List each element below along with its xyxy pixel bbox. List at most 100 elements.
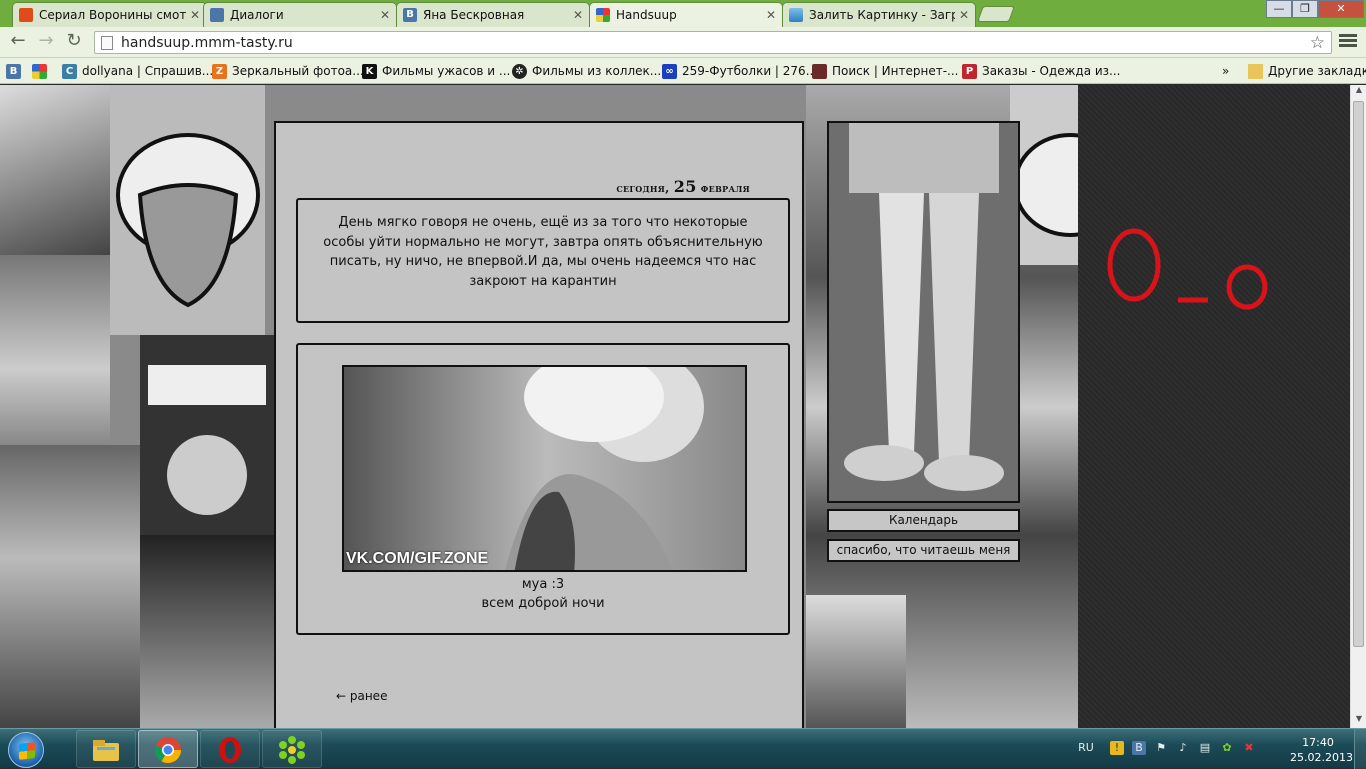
collage-photo [140, 535, 274, 728]
ask-icon: C [62, 63, 77, 79]
bookmark-tshirts[interactable]: ∞ 259-Футболки | 276... [662, 62, 817, 80]
post-caption-line: муа :3 [521, 577, 565, 592]
p-icon: P [962, 63, 977, 79]
opera-icon [219, 737, 241, 763]
reload-button[interactable]: ↻ [62, 31, 86, 53]
camera-icon: Z [212, 63, 227, 79]
chrome-icon [154, 737, 182, 764]
collage-photo [806, 595, 906, 728]
blocked-icon[interactable]: ✖ [1242, 741, 1256, 755]
tab-serial[interactable]: Сериал Воронины смотр ✕ [12, 2, 207, 27]
clock-date: 25.02.2013 [1290, 751, 1353, 764]
vk-icon: B [403, 8, 417, 22]
tab-handsuup[interactable]: Handsuup ✕ [589, 2, 783, 27]
bookmark-dollyana[interactable]: C dollyana | Спрашив... [62, 62, 213, 80]
gif-watermark: VK.COM/GIF.ZONE [346, 550, 489, 567]
post-date: сегодня, 25 февраля [616, 177, 750, 196]
taskbar-icq[interactable] [262, 730, 322, 768]
doors-poster-image [140, 335, 274, 535]
network-icon[interactable]: ▤ [1198, 741, 1212, 755]
language-indicator[interactable]: RU [1076, 741, 1096, 755]
fire-icon [19, 8, 33, 22]
tab-upload-image[interactable]: Залить Картинку - Загру ✕ [782, 2, 976, 27]
url-text[interactable]: handsuup.mmm-tasty.ru [121, 35, 293, 51]
vk-icon[interactable]: B [1132, 741, 1146, 755]
close-icon[interactable]: ✕ [380, 8, 390, 22]
show-desktop-button[interactable] [1354, 729, 1366, 769]
windows-logo-icon [19, 742, 35, 760]
icq-tray-icon[interactable]: ✿ [1220, 741, 1234, 755]
apps-icon [32, 63, 47, 79]
volume-icon[interactable]: ♪ [1176, 741, 1190, 755]
close-icon[interactable]: ✕ [190, 8, 200, 22]
thanks-for-reading-link[interactable]: спасибо, что читаешь меня [827, 539, 1020, 562]
post-text: День мягко говоря не очень, ещё из за то… [323, 215, 763, 289]
calendar-link[interactable]: Календарь [827, 509, 1020, 532]
bookmark-star-icon[interactable]: ☆ [1310, 33, 1325, 53]
bookmark-apps[interactable] [32, 62, 52, 80]
bookmark-mirror-camera[interactable]: Z Зеркальный фотоа... [212, 62, 364, 80]
new-tab-button[interactable] [977, 6, 1015, 22]
taskbar-chrome[interactable] [138, 730, 198, 768]
bookmarks-overflow-button[interactable]: » [1222, 62, 1229, 80]
scroll-thumb[interactable] [1353, 101, 1364, 647]
taskbar-opera[interactable] [200, 730, 260, 768]
image-post: VK.COM/GIF.ZONE муа :3 всем доброй ночи [296, 343, 790, 635]
start-button[interactable] [8, 732, 44, 768]
close-icon[interactable]: ✕ [766, 8, 776, 22]
post-gif-image[interactable]: VK.COM/GIF.ZONE [342, 365, 747, 572]
back-arrow-icon: ← [10, 30, 26, 51]
clock-time: 17:40 [1302, 736, 1334, 749]
k-icon: K [362, 63, 377, 79]
chat-icon [210, 8, 224, 22]
sidebar-photo [827, 121, 1020, 503]
scroll-down-icon[interactable]: ▼ [1351, 714, 1366, 728]
close-icon[interactable]: ✕ [573, 8, 583, 22]
collage-photo [0, 255, 110, 445]
minimize-button[interactable]: — [1266, 0, 1292, 18]
page-icon [101, 35, 113, 50]
dark-side-panel [1078, 85, 1350, 728]
tongue-logo-image [1010, 85, 1078, 265]
explorer-icon [93, 740, 119, 761]
taskbar-explorer[interactable] [76, 730, 136, 768]
flag-icon[interactable]: ⚑ [1154, 741, 1168, 755]
bookmark-vk[interactable]: B [6, 62, 26, 80]
reload-icon: ↻ [66, 30, 82, 51]
blog-main-column: сегодня, 25 февраля День мягко говоря не… [274, 121, 804, 728]
tasty-icon [596, 8, 610, 22]
bookmark-orders[interactable]: P Заказы - Одежда из... [962, 62, 1121, 80]
close-window-button[interactable]: ✕ [1318, 0, 1364, 18]
vk-icon: B [6, 63, 21, 79]
red-doodle-face [1107, 228, 1268, 310]
bookmark-search[interactable]: Поиск | Интернет-... [812, 62, 959, 80]
forward-button[interactable]: → [34, 31, 58, 53]
rolling-stones-tongue-image [110, 85, 265, 335]
browser-toolbar: ← → ↻ handsuup.mmm-tasty.ru ☆ [0, 27, 1366, 58]
address-bar[interactable]: handsuup.mmm-tasty.ru ☆ [94, 31, 1332, 54]
other-bookmarks[interactable]: Другие закладки [1248, 62, 1366, 80]
maximize-button[interactable]: ❐ [1292, 0, 1318, 18]
post-caption-line: всем доброй ночи [481, 596, 605, 611]
tab-dialogs[interactable]: Диалоги ✕ [203, 2, 397, 27]
windows-taskbar: RU ! B ⚑ ♪ ▤ ✿ ✖ 17:40 25.02.2013 [0, 728, 1366, 769]
film-icon: ✲ [512, 63, 527, 79]
chrome-menu-button[interactable] [1338, 32, 1358, 52]
tab-strip: Сериал Воронины смотр ✕ Диалоги ✕ B Яна … [0, 0, 1366, 27]
close-icon[interactable]: ✕ [959, 8, 969, 22]
folder-icon [1248, 63, 1263, 79]
bookmark-horror-films[interactable]: K Фильмы ужасов и ... [362, 62, 510, 80]
bookmarks-bar: B C dollyana | Спрашив... Z Зеркальный ф… [0, 58, 1366, 84]
earlier-posts-link[interactable]: ← ранее [336, 689, 387, 703]
page-scrollbar[interactable]: ▲ ▼ [1350, 85, 1366, 728]
bookmark-collection-films[interactable]: ✲ Фильмы из коллек... [512, 62, 661, 80]
scroll-up-icon[interactable]: ▲ [1351, 85, 1366, 99]
shirt-icon: ∞ [662, 63, 677, 79]
image-icon [789, 8, 803, 22]
collage-photo [0, 445, 140, 728]
notification-icon[interactable]: ! [1110, 741, 1124, 755]
taskbar-clock[interactable]: 17:40 25.02.2013 [1290, 735, 1353, 765]
back-button[interactable]: ← [6, 31, 30, 53]
icq-icon [279, 736, 305, 764]
tab-yana[interactable]: B Яна Бескровная ✕ [396, 2, 590, 27]
